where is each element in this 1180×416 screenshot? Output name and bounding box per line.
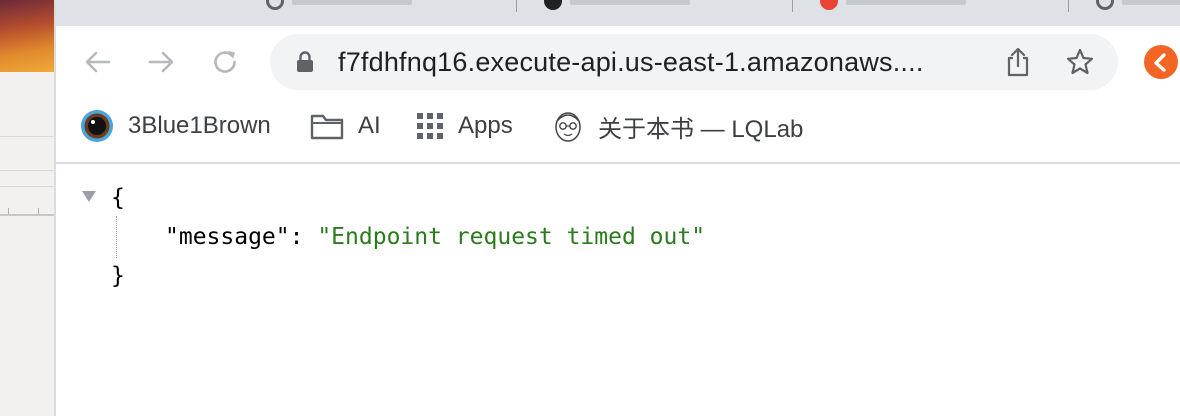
json-property: "message": "Endpoint request timed out" <box>165 224 705 250</box>
tab-separator <box>792 0 793 12</box>
apps-grid-icon <box>417 113 443 139</box>
github-icon <box>266 0 284 10</box>
tab-strip <box>56 0 1180 26</box>
bookmark-label: AI <box>358 112 381 139</box>
github-icon <box>1096 0 1114 10</box>
browser-tab[interactable] <box>1096 0 1180 14</box>
background-divider <box>0 136 54 137</box>
browser-toolbar: f7fdhfnq16.execute-api.us-east-1.amazona… <box>56 26 1180 98</box>
json-key: "message" <box>165 224 290 250</box>
json-open-brace: { <box>111 185 125 211</box>
desktop-wallpaper <box>0 0 54 72</box>
tab-title <box>570 0 690 5</box>
reload-button[interactable] <box>207 44 243 80</box>
bookmark-label: 关于本书 — LQLab <box>598 115 804 143</box>
json-colon: : <box>289 224 318 250</box>
lqlab-avatar-icon <box>555 112 581 142</box>
bookmark-label: 3Blue1Brown <box>128 112 271 139</box>
browser-tab[interactable] <box>820 0 966 14</box>
bookmark-folder-ai[interactable]: AI <box>310 110 381 142</box>
forward-button[interactable] <box>143 44 179 80</box>
address-url[interactable]: f7fdhfnq16.execute-api.us-east-1.amazona… <box>338 47 924 78</box>
bookmark-apps[interactable]: Apps <box>416 110 513 142</box>
3blue1brown-icon <box>81 110 113 142</box>
bookmark-star-button[interactable] <box>1064 46 1096 78</box>
json-close-brace: } <box>111 263 125 289</box>
ruler-tick <box>8 208 9 214</box>
extension-icon[interactable] <box>1144 45 1178 79</box>
tab-separator <box>516 0 517 12</box>
address-bar[interactable]: f7fdhfnq16.execute-api.us-east-1.amazona… <box>270 34 1118 90</box>
browser-tab[interactable] <box>266 0 412 14</box>
folder-icon <box>310 114 344 140</box>
back-button[interactable] <box>80 44 116 80</box>
star-icon <box>1066 48 1094 75</box>
arrow-left-icon <box>85 51 111 73</box>
collapse-toggle-icon[interactable] <box>82 191 96 202</box>
background-ruler <box>0 214 54 216</box>
background-divider <box>0 170 54 171</box>
arrow-right-icon <box>148 51 174 73</box>
bookmark-lqlab[interactable]: 关于本书 — LQLab <box>552 110 804 143</box>
json-indent-guide <box>116 216 117 258</box>
json-value: "Endpoint request timed out" <box>317 224 706 250</box>
background-window-panel <box>0 72 54 416</box>
share-button[interactable] <box>1002 46 1034 78</box>
tab-title <box>1122 0 1180 5</box>
tab-title <box>292 0 412 5</box>
tab-favicon-icon <box>820 0 838 10</box>
background-divider <box>0 186 54 187</box>
bookmark-label: Apps <box>458 112 513 139</box>
ruler-tick <box>38 208 39 214</box>
background-window <box>0 0 54 416</box>
reload-icon <box>214 51 236 73</box>
extension-glyph-icon <box>1154 53 1166 72</box>
share-icon <box>1007 47 1029 77</box>
bookmarks-bar: 3Blue1Brown AI Apps 关于本书 — LQLab <box>56 98 1180 164</box>
bookmark-3blue1brown[interactable]: 3Blue1Brown <box>80 110 271 142</box>
json-viewer: { "message": "Endpoint request timed out… <box>56 164 1180 416</box>
tab-title <box>846 0 966 5</box>
tab-separator <box>1068 0 1069 12</box>
browser-tab[interactable] <box>544 0 690 14</box>
lock-icon <box>297 51 313 72</box>
tab-favicon-icon <box>544 0 562 10</box>
